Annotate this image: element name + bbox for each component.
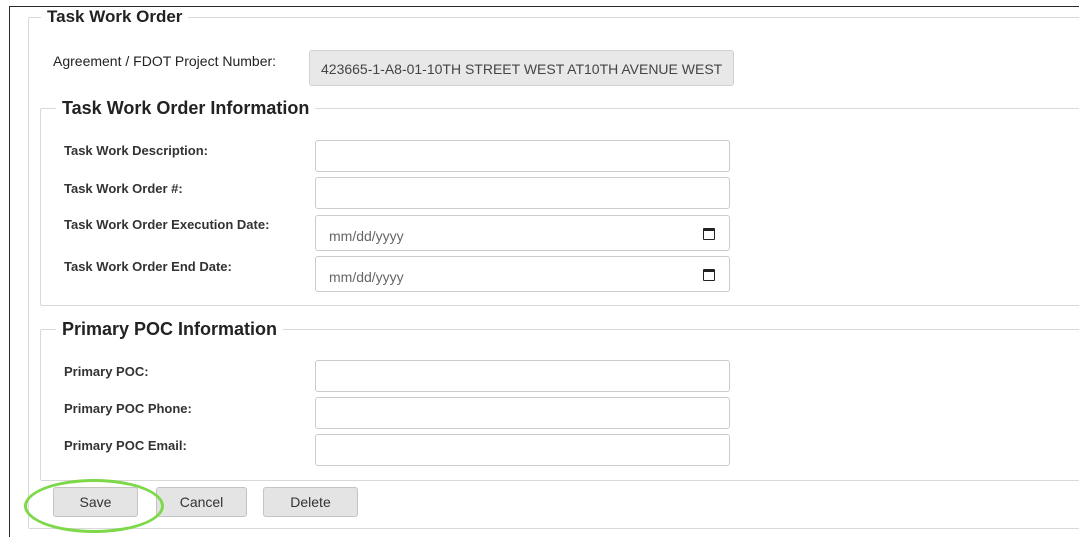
primary-poc-label: Primary POC:: [64, 364, 149, 379]
save-button[interactable]: Save: [53, 487, 138, 517]
task-work-order-number-input[interactable]: [315, 177, 730, 209]
task-work-description-input[interactable]: [315, 140, 730, 172]
task-work-order-information-title: Task Work Order Information: [62, 98, 310, 118]
execution-date-input[interactable]: mm/dd/yyyy: [315, 215, 730, 251]
end-date-input[interactable]: mm/dd/yyyy: [315, 256, 730, 292]
agreement-label: Agreement / FDOT Project Number:: [53, 53, 277, 69]
task-work-description-label: Task Work Description:: [64, 143, 208, 158]
primary-poc-input[interactable]: [315, 360, 730, 392]
primary-poc-email-input[interactable]: [315, 434, 730, 466]
cancel-button[interactable]: Cancel: [156, 487, 247, 517]
primary-poc-information-title: Primary POC Information: [62, 319, 278, 339]
delete-button[interactable]: Delete: [263, 487, 358, 517]
agreement-number-field: 423665-1-A8-01-10TH STREET WEST AT10TH A…: [309, 50, 734, 86]
task-work-order-title: Task Work Order: [47, 7, 183, 26]
primary-poc-phone-input[interactable]: [315, 397, 730, 429]
primary-poc-email-label: Primary POC Email:: [64, 438, 187, 453]
primary-poc-phone-label: Primary POC Phone:: [64, 401, 192, 416]
end-date-placeholder: mm/dd/yyyy: [329, 269, 404, 285]
execution-date-label: Task Work Order Execution Date:: [64, 217, 270, 232]
calendar-icon[interactable]: [703, 228, 715, 240]
execution-date-placeholder: mm/dd/yyyy: [329, 228, 404, 244]
end-date-label: Task Work Order End Date:: [64, 259, 232, 274]
calendar-icon[interactable]: [703, 269, 715, 281]
task-work-order-number-label: Task Work Order #:: [64, 181, 183, 196]
